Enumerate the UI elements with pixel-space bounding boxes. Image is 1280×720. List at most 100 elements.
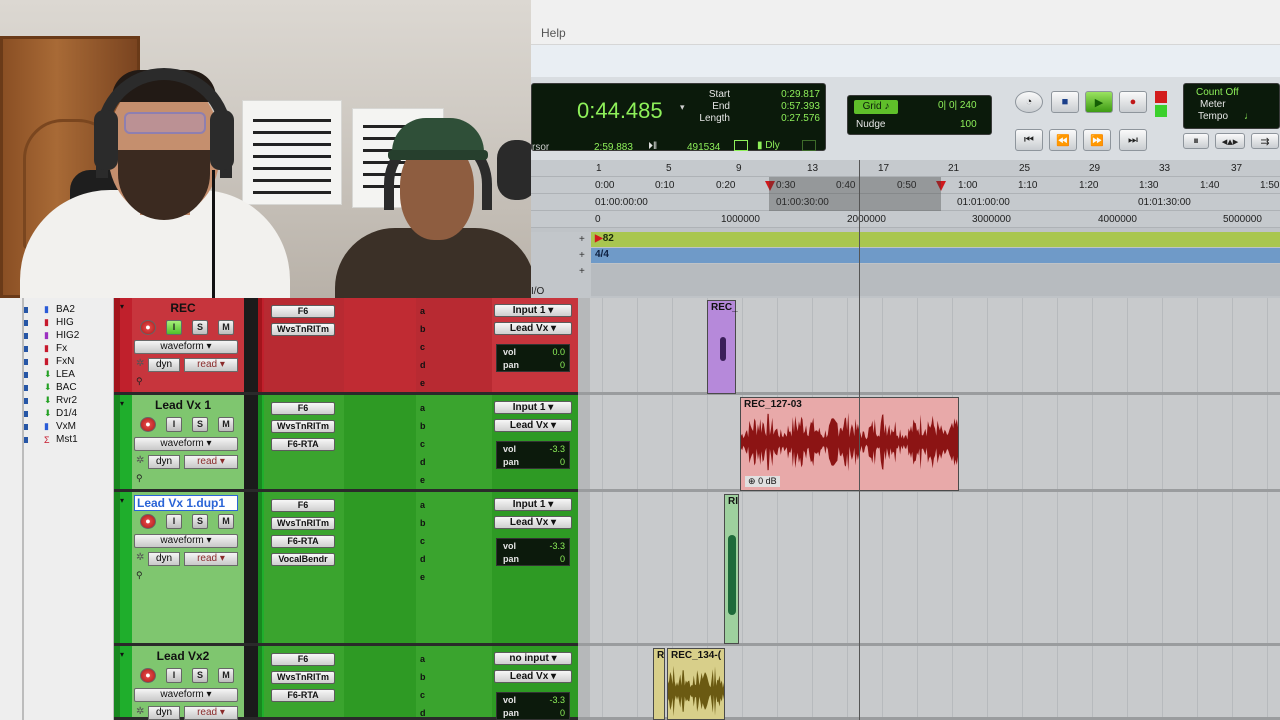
- track-name[interactable]: Lead Vx2: [134, 649, 232, 663]
- clip-r[interactable]: R: [653, 648, 665, 720]
- insert-slot[interactable]: F6: [271, 402, 335, 415]
- length-value[interactable]: 0:27.576: [750, 113, 820, 124]
- track-expand-icon[interactable]: ▾: [120, 399, 124, 408]
- track-list-item[interactable]: ⬇ D1/4: [24, 408, 77, 419]
- send-slot[interactable]: d: [420, 554, 426, 564]
- track-name[interactable]: Lead Vx 1.dup1: [134, 495, 238, 511]
- send-slot[interactable]: a: [420, 500, 425, 510]
- rewind-button[interactable]: ⏪: [1049, 129, 1077, 151]
- bars-beats-ruler[interactable]: 1 5 9 13 17 21 25 29 33 37: [531, 160, 1280, 177]
- automation-mode-selector[interactable]: read ▾: [184, 358, 238, 372]
- freeze-icon[interactable]: ✲: [136, 706, 144, 717]
- grid-button[interactable]: Grid ♪: [854, 100, 898, 114]
- tempo-ruler[interactable]: [591, 264, 1280, 296]
- nudge-label[interactable]: Nudge: [856, 119, 885, 130]
- track-visibility-icon[interactable]: [24, 359, 28, 365]
- track-view-selector[interactable]: waveform ▾: [134, 340, 238, 354]
- clip-rec-134[interactable]: REC_134-(: [667, 648, 725, 720]
- grid-value[interactable]: 0| 0| 240: [938, 100, 977, 111]
- insert-slot[interactable]: F6-RTA: [271, 535, 335, 548]
- track-list-item[interactable]: ▮ HIG: [24, 317, 74, 328]
- main-counter-display[interactable]: 0:44.485 ▾ Start End Length 0:29.817 0:5…: [531, 83, 826, 153]
- track-view-selector[interactable]: waveform ▾: [134, 437, 238, 451]
- loop-button[interactable]: ⇉: [1251, 133, 1279, 149]
- midi-icon[interactable]: [802, 140, 816, 151]
- send-slot[interactable]: a: [420, 403, 425, 413]
- track-expand-icon[interactable]: ▾: [120, 496, 124, 505]
- send-slot[interactable]: e: [420, 572, 425, 582]
- solo-button[interactable]: S: [192, 417, 208, 432]
- start-value[interactable]: 0:29.817: [750, 89, 820, 100]
- output-selector[interactable]: Lead Vx ▾: [494, 670, 572, 683]
- track-list-item[interactable]: ⬇ Rvr2: [24, 395, 77, 406]
- clip-dup[interactable]: RI: [724, 494, 739, 644]
- fast-forward-button[interactable]: ⏩: [1083, 129, 1111, 151]
- automation-mode-selector[interactable]: read ▾: [184, 552, 238, 566]
- track-visibility-icon[interactable]: [24, 333, 28, 339]
- send-slot[interactable]: e: [420, 475, 425, 485]
- send-slot[interactable]: c: [420, 342, 425, 352]
- expand-tempo-icon[interactable]: +: [579, 266, 585, 277]
- output-selector[interactable]: Lead Vx ▾: [494, 516, 572, 529]
- pan-value[interactable]: 0: [560, 360, 565, 370]
- marker-ruler[interactable]: ▶82: [591, 232, 1280, 247]
- track-expand-icon[interactable]: ▾: [120, 650, 124, 659]
- freeze-icon[interactable]: ✲: [136, 455, 144, 466]
- mute-button[interactable]: M: [218, 417, 234, 432]
- pan-value[interactable]: 0: [560, 554, 565, 564]
- send-slot[interactable]: d: [420, 360, 426, 370]
- send-slot[interactable]: b: [420, 518, 426, 528]
- send-slot[interactable]: c: [420, 439, 425, 449]
- track-list-item[interactable]: ▮ VxM: [24, 421, 76, 432]
- input-selector[interactable]: Input 1 ▾: [494, 304, 572, 317]
- track-name[interactable]: REC: [134, 301, 232, 315]
- freeze-icon[interactable]: ✲: [136, 552, 144, 563]
- send-slot[interactable]: c: [420, 690, 425, 700]
- send-slot[interactable]: c: [420, 536, 425, 546]
- output-selector[interactable]: Lead Vx ▾: [494, 419, 572, 432]
- track-visibility-icon[interactable]: [24, 346, 28, 352]
- input-monitor-button[interactable]: I: [166, 417, 182, 432]
- insert-slot[interactable]: F6-RTA: [271, 438, 335, 451]
- solo-button[interactable]: S: [192, 320, 208, 335]
- online-button[interactable]: ◔: [1015, 91, 1043, 113]
- expand-marker-icon[interactable]: +: [579, 234, 585, 245]
- send-slot[interactable]: a: [420, 306, 425, 316]
- vol-pan-display[interactable]: vol -3.3 pan 0: [496, 692, 570, 720]
- delay-toggle[interactable]: ▮ Dly: [757, 140, 780, 151]
- input-monitor-button[interactable]: I: [166, 514, 182, 529]
- lane-rec[interactable]: [578, 298, 1280, 395]
- pan-value[interactable]: 0: [560, 708, 565, 718]
- expand-meter-icon[interactable]: +: [579, 250, 585, 261]
- insert-slot[interactable]: WvsTnRITm: [271, 671, 335, 684]
- track-header[interactable]: ▾ Lead Vx 1.dup1 ● I S Mwaveform ▾ ✲ dyn read ▾ ⚲…: [114, 492, 578, 646]
- lane-lead-vx-1-dup1[interactable]: [578, 492, 1280, 646]
- record-arm-button[interactable]: ●: [140, 320, 156, 335]
- automation-mode-selector[interactable]: read ▾: [184, 455, 238, 469]
- mute-button[interactable]: M: [218, 668, 234, 683]
- insert-slot[interactable]: F6: [271, 305, 335, 318]
- track-visibility-icon[interactable]: [24, 437, 28, 443]
- track-visibility-icon[interactable]: [24, 385, 28, 391]
- vol-pan-display[interactable]: vol -3.3 pan 0: [496, 538, 570, 566]
- solo-button[interactable]: S: [192, 514, 208, 529]
- input-selector[interactable]: no input ▾: [494, 652, 572, 665]
- insert-slot[interactable]: F6: [271, 653, 335, 666]
- track-header[interactable]: ▾ Lead Vx 1 ● I S Mwaveform ▾ ✲ dyn read ▾ ⚲ F6 Wvs…: [114, 395, 578, 492]
- automation-mode-selector[interactable]: read ▾: [184, 706, 238, 720]
- freeze-icon[interactable]: ✲: [136, 358, 144, 369]
- comments-icon[interactable]: ⚲: [136, 570, 143, 581]
- comments-icon[interactable]: ⚲: [136, 473, 143, 484]
- vol-value[interactable]: -3.3: [549, 541, 565, 551]
- input-monitor-button[interactable]: I: [166, 668, 182, 683]
- input-selector[interactable]: Input 1 ▾: [494, 498, 572, 511]
- go-to-end-button[interactable]: ⏭: [1119, 129, 1147, 151]
- nudge-value[interactable]: 100: [960, 119, 977, 130]
- insert-slot[interactable]: WvsTnRITm: [271, 517, 335, 530]
- pan-value[interactable]: 0: [560, 457, 565, 467]
- vol-pan-display[interactable]: vol 0.0 pan 0: [496, 344, 570, 372]
- send-slot[interactable]: e: [420, 378, 425, 388]
- track-view-selector[interactable]: waveform ▾: [134, 534, 238, 548]
- send-slot[interactable]: a: [420, 654, 425, 664]
- meter-ruler[interactable]: 4/4: [591, 248, 1280, 263]
